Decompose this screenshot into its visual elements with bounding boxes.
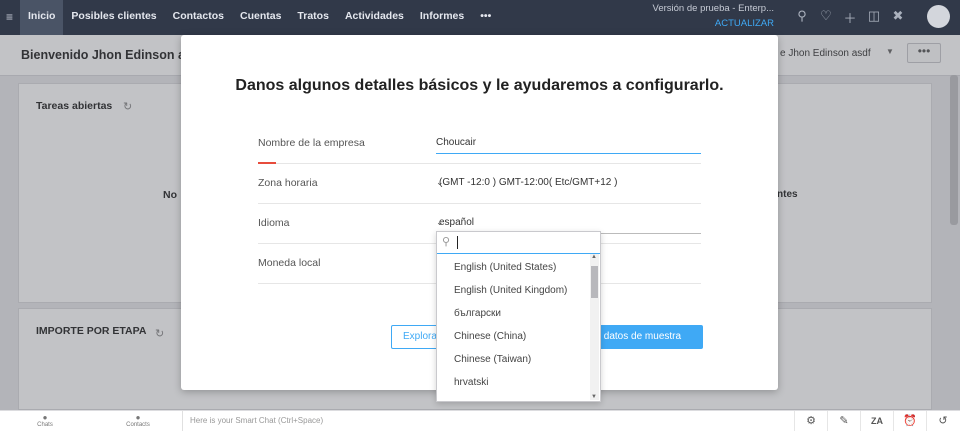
- alarm-icon[interactable]: ⏰: [893, 411, 926, 431]
- company-name-label: Nombre de la empresa: [258, 137, 365, 149]
- nav-item-informes[interactable]: Informes: [412, 0, 472, 35]
- gamepad-icon[interactable]: ⚙: [794, 411, 827, 431]
- sample-data-button[interactable]: s datos de muestra: [591, 325, 703, 349]
- translate-icon[interactable]: ZA: [860, 411, 893, 431]
- scroll-up-icon[interactable]: ▲: [591, 254, 597, 260]
- menu-icon[interactable]: ≡: [6, 10, 13, 24]
- contact-icon: ●: [135, 413, 141, 422]
- search-icon[interactable]: ⚲: [790, 8, 814, 27]
- calendar-icon[interactable]: ◫: [862, 8, 886, 27]
- history-icon[interactable]: ↺: [926, 411, 959, 431]
- company-name-input[interactable]: Choucair: [436, 133, 701, 154]
- timezone-row: Zona horaria (GMT -12:0 ) GMT-12:00( Etc…: [258, 163, 701, 204]
- chats-button[interactable]: ● Chats: [34, 413, 56, 428]
- currency-label: Moneda local: [258, 257, 321, 269]
- top-icons: ⚲ ♡ ＋ ◫ ✖: [790, 8, 910, 27]
- company-name-value: Choucair: [436, 137, 477, 148]
- chevron-down-icon: ⌄: [436, 177, 444, 187]
- sample-data-label: s datos de muestra: [596, 331, 682, 342]
- language-option[interactable]: English (United Kingdom): [437, 279, 589, 302]
- nav-item-contactos[interactable]: Contactos: [165, 0, 232, 35]
- language-option[interactable]: Chinese (Taiwan): [437, 348, 589, 371]
- chats-label: Chats: [37, 422, 53, 428]
- dropdown-scrollbar[interactable]: ▲ ▼: [590, 254, 599, 400]
- bottom-bar: ● Chats ● Contacts Here is your Smart Ch…: [0, 410, 960, 431]
- language-dropdown: ⚲ English (United States) English (Unite…: [436, 231, 601, 402]
- timezone-select[interactable]: (GMT -12:0 ) GMT-12:00( Etc/GMT+12 ) ⌄: [436, 173, 701, 193]
- nav-item-inicio[interactable]: Inicio: [20, 0, 64, 35]
- main-nav: Inicio Posibles clientes Contactos Cuent…: [20, 0, 499, 35]
- language-option[interactable]: Chinese (China): [437, 325, 589, 348]
- language-label: Idioma: [258, 217, 290, 229]
- nav-item-cuentas[interactable]: Cuentas: [232, 0, 289, 35]
- chevron-down-icon: ⌄: [436, 217, 444, 227]
- nav-item-actividades[interactable]: Actividades: [337, 0, 412, 35]
- language-option[interactable]: hrvatski: [437, 371, 589, 394]
- notes-icon[interactable]: ✎: [827, 411, 860, 431]
- top-nav-bar: ≡ Inicio Posibles clientes Contactos Cue…: [0, 0, 960, 35]
- language-option[interactable]: English (United States): [437, 256, 589, 279]
- scrollbar-thumb[interactable]: [591, 266, 598, 298]
- chat-icon: ●: [42, 413, 48, 422]
- trial-info: Versión de prueba - Enterp... ACTUALIZAR: [640, 3, 774, 29]
- trial-text: Versión de prueba - Enterp...: [652, 3, 774, 14]
- smart-chat-input[interactable]: Here is your Smart Chat (Ctrl+Space): [182, 411, 323, 431]
- settings-icon[interactable]: ✖: [886, 8, 910, 27]
- avatar[interactable]: [927, 5, 950, 28]
- timezone-label: Zona horaria: [258, 177, 318, 189]
- nav-item-tratos[interactable]: Tratos: [289, 0, 337, 35]
- dropdown-search-input[interactable]: ⚲: [437, 232, 600, 254]
- language-options: English (United States) English (United …: [437, 256, 589, 394]
- contacts-button[interactable]: ● Contacts: [124, 413, 152, 428]
- nav-more-button[interactable]: •••: [472, 0, 499, 35]
- bell-icon[interactable]: ♡: [814, 8, 838, 27]
- contacts-label: Contacts: [126, 422, 150, 428]
- plus-icon[interactable]: ＋: [838, 8, 862, 27]
- upgrade-link[interactable]: ACTUALIZAR: [640, 18, 774, 29]
- modal-heading: Danos algunos detalles básicos y le ayud…: [235, 77, 724, 94]
- language-option[interactable]: български: [437, 302, 589, 325]
- nav-item-posibles-clientes[interactable]: Posibles clientes: [63, 0, 164, 35]
- text-cursor: [457, 236, 458, 249]
- scroll-down-icon[interactable]: ▼: [591, 394, 597, 400]
- bottom-right-icons: ⚙ ✎ ZA ⏰ ↺: [794, 411, 959, 431]
- search-icon: ⚲: [442, 236, 451, 248]
- company-name-row: Nombre de la empresa Choucair: [258, 123, 701, 164]
